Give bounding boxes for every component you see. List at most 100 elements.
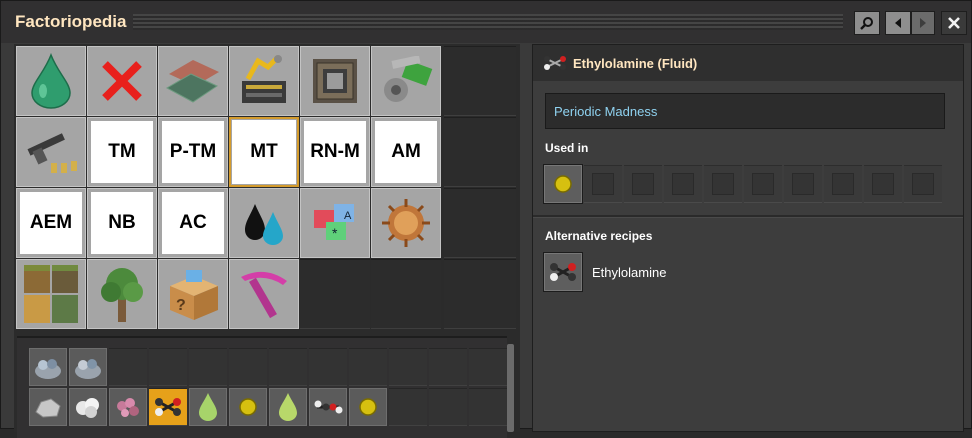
used-in-slot-empty	[744, 165, 782, 203]
category-tiles[interactable]	[158, 46, 228, 116]
drag-handle[interactable]	[133, 14, 843, 30]
item-molecule[interactable]	[309, 388, 347, 426]
category-nb-label: NB	[91, 192, 153, 254]
category-trees[interactable]	[87, 259, 157, 329]
back-button[interactable]	[885, 11, 911, 35]
item-pink-crystal[interactable]	[109, 388, 147, 426]
used-in-item[interactable]	[544, 165, 582, 203]
category-empty	[300, 259, 370, 329]
category-empty	[444, 188, 516, 258]
category-empty	[444, 259, 516, 329]
category-logistics[interactable]	[300, 46, 370, 116]
titlebar[interactable]: Factoriopedia	[1, 1, 971, 43]
item-stone[interactable]	[29, 388, 67, 426]
forward-button[interactable]	[911, 11, 935, 35]
category-empty-column	[444, 46, 516, 332]
alternative-recipe-label[interactable]: Ethylolamine	[592, 265, 666, 280]
section-divider	[533, 215, 963, 218]
category-enemies[interactable]	[371, 188, 441, 258]
item-slot-empty	[149, 348, 187, 386]
category-p-tm-label: P-TM	[162, 121, 224, 183]
item-green-drop[interactable]	[189, 388, 227, 426]
ore-pile-icon	[35, 359, 61, 379]
item-slot-empty	[429, 348, 467, 386]
item-slot-empty	[349, 348, 387, 386]
molecule-icon	[314, 400, 343, 414]
circuit-machine-icon	[313, 59, 357, 103]
svg-text:*: *	[332, 225, 338, 241]
mod-source-link[interactable]: Periodic Madness	[545, 93, 945, 129]
item-slot-empty	[389, 388, 427, 426]
category-nb[interactable]: NB	[87, 188, 157, 258]
arrow-left-icon	[895, 18, 901, 28]
item-list-panel	[17, 336, 507, 438]
used-in-slot-empty	[864, 165, 902, 203]
red-x-icon	[102, 61, 142, 101]
detail-pane: Ethylolamine (Fluid) Periodic Madness Us…	[532, 44, 964, 432]
category-empty	[444, 117, 516, 187]
category-mining[interactable]	[229, 259, 299, 329]
green-drop-icon	[199, 393, 217, 421]
used-in-heading: Used in	[545, 141, 589, 155]
category-am-label: AM	[375, 121, 437, 183]
category-ac[interactable]: AC	[158, 188, 228, 258]
signals-icon: A*	[314, 204, 354, 241]
category-removed[interactable]	[87, 46, 157, 116]
tree-icon	[101, 268, 143, 322]
category-intermediates[interactable]	[371, 46, 441, 116]
item-yellow-ball[interactable]	[229, 388, 267, 426]
category-rn-m-label: RN-M	[304, 121, 366, 183]
weapons-icon	[27, 133, 77, 173]
item-ore-pile[interactable]	[69, 348, 107, 386]
pink-crystal-icon	[117, 398, 139, 417]
ore-pile-icon	[75, 359, 101, 379]
category-fluids-2[interactable]	[229, 188, 299, 258]
unknown-box-icon: ?	[170, 270, 218, 320]
category-aem-label: AEM	[20, 192, 82, 254]
ethylolamine-icon	[544, 56, 566, 70]
category-tm[interactable]: TM	[87, 117, 157, 187]
alternative-recipe-icon-slot[interactable]	[544, 253, 582, 291]
factoriopedia-window: Factoriopedia TM P-TM MT RN-M AM AEM NB …	[0, 0, 972, 438]
category-fluids[interactable]	[16, 46, 86, 116]
stone-icon	[35, 398, 61, 418]
terrain-tiles-icon	[24, 265, 78, 323]
spiky-creature-icon	[382, 199, 430, 247]
category-ac-label: AC	[162, 192, 224, 254]
category-empty	[444, 46, 516, 116]
item-ore-pile[interactable]	[29, 348, 67, 386]
category-production[interactable]	[229, 46, 299, 116]
category-mt-label: MT	[232, 120, 296, 184]
item-yellow-ball[interactable]	[349, 388, 387, 426]
category-am[interactable]: AM	[371, 117, 441, 187]
category-signals[interactable]: A *	[300, 188, 370, 258]
two-drops-icon	[245, 204, 283, 245]
category-aem[interactable]: AEM	[16, 188, 86, 258]
search-button[interactable]	[854, 11, 880, 35]
alternative-recipes-heading: Alternative recipes	[545, 229, 653, 243]
used-in-slot-empty	[824, 165, 862, 203]
item-slot-empty	[229, 348, 267, 386]
item-ethylolamine[interactable]	[149, 388, 187, 426]
category-environment[interactable]	[16, 259, 86, 329]
item-green-drop[interactable]	[269, 388, 307, 426]
category-other[interactable]: ?	[158, 259, 228, 329]
item-slot-empty	[189, 348, 227, 386]
item-white-rock[interactable]	[69, 388, 107, 426]
used-in-slot-empty	[664, 165, 702, 203]
ethylolamine-icon	[550, 263, 576, 281]
category-mt[interactable]: MT	[229, 117, 299, 187]
alternative-recipe-row[interactable]: Ethylolamine	[544, 253, 666, 291]
item-slot-empty	[469, 388, 507, 426]
item-slot-empty	[109, 348, 147, 386]
category-p-tm[interactable]: P-TM	[158, 117, 228, 187]
used-in-slot-empty	[784, 165, 822, 203]
gear-circuit-icon	[384, 56, 433, 102]
detail-header: Ethylolamine (Fluid)	[533, 45, 963, 81]
close-button[interactable]	[941, 11, 967, 35]
category-combat[interactable]	[16, 117, 86, 187]
category-rn-m[interactable]: RN-M	[300, 117, 370, 187]
svg-text:A: A	[344, 210, 352, 222]
item-list-scrollbar[interactable]	[507, 344, 514, 432]
fluid-drop-icon	[31, 53, 71, 109]
